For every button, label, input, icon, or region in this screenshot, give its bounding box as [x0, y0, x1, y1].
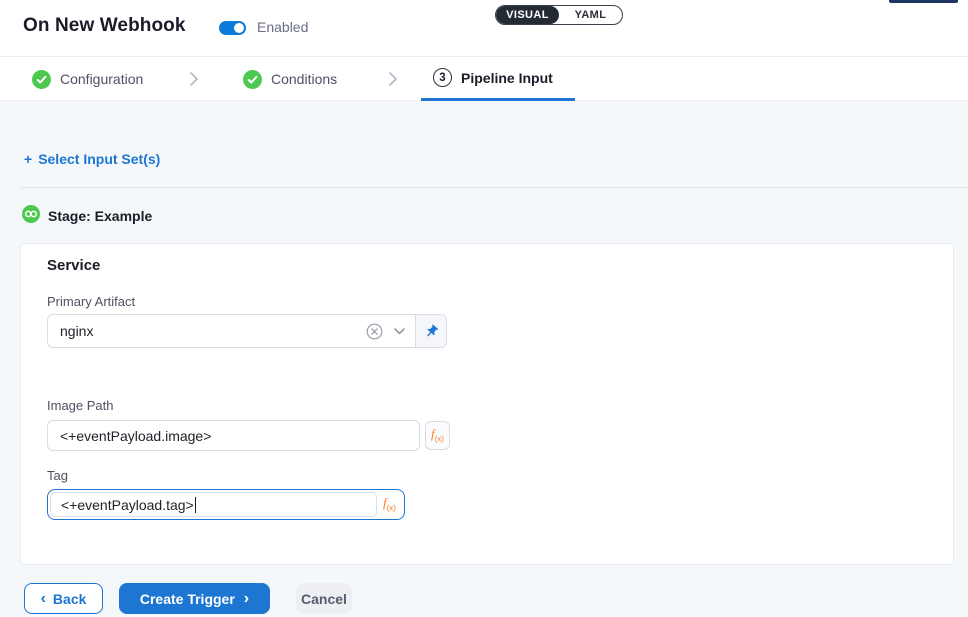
check-circle-icon: [32, 70, 51, 89]
expression-icon: f(x): [431, 427, 444, 444]
top-right-accent-bar: [889, 0, 958, 3]
step-label: Configuration: [60, 71, 143, 87]
step-label: Conditions: [271, 71, 337, 87]
tab-yaml[interactable]: YAML: [559, 6, 622, 24]
tag-input[interactable]: <+eventPayload.tag>: [50, 492, 377, 517]
enabled-label: Enabled: [257, 19, 308, 35]
enabled-toggle[interactable]: [219, 21, 246, 35]
primary-artifact-label: Primary Artifact: [47, 294, 927, 309]
pin-icon: [424, 324, 439, 339]
chevron-right-icon: [386, 71, 400, 92]
pin-button[interactable]: [415, 315, 446, 347]
footer-actions: ‹ Back Create Trigger › Cancel: [24, 583, 968, 614]
chevron-right-icon: ›: [244, 591, 249, 607]
step-number-badge: 3: [433, 68, 452, 87]
chevron-down-icon[interactable]: [393, 327, 406, 336]
clear-icon[interactable]: [366, 323, 383, 340]
image-path-field: f(x): [47, 420, 927, 451]
back-button[interactable]: ‹ Back: [24, 583, 103, 614]
image-path-input[interactable]: [47, 420, 420, 451]
create-trigger-button[interactable]: Create Trigger ›: [119, 583, 270, 614]
cd-stage-icon: [22, 205, 40, 226]
select-input-sets-label: Select Input Set(s): [38, 151, 160, 167]
plus-icon: +: [24, 151, 32, 167]
primary-artifact-input[interactable]: [48, 315, 366, 347]
expression-button[interactable]: f(x): [425, 421, 450, 450]
text-caret: [195, 497, 197, 513]
tag-field-focused: <+eventPayload.tag> f(x): [47, 489, 405, 520]
visual-yaml-toggle: VISUAL YAML: [495, 5, 623, 25]
chevron-left-icon: ‹: [41, 591, 46, 607]
primary-artifact-field: [47, 314, 447, 348]
select-input-sets-link[interactable]: + Select Input Set(s): [24, 151, 160, 167]
page-title: On New Webhook: [23, 15, 186, 37]
toggle-knob: [234, 23, 244, 33]
tag-label: Tag: [47, 468, 927, 483]
step-conditions[interactable]: Conditions: [243, 57, 337, 101]
wizard-stepper: Configuration Conditions 3 Pipeline Inpu…: [0, 57, 968, 101]
pipeline-input-panel: + Select Input Set(s) Stage: Example Ser…: [0, 101, 968, 614]
expression-button[interactable]: f(x): [377, 496, 402, 513]
service-section-title: Service: [47, 257, 927, 274]
stage-label: Stage: Example: [48, 208, 152, 224]
expression-icon: f(x): [383, 496, 396, 513]
step-pipeline-input[interactable]: 3 Pipeline Input: [421, 57, 575, 101]
step-configuration[interactable]: Configuration: [32, 57, 143, 101]
stage-header: Stage: Example: [22, 205, 968, 226]
step-label: Pipeline Input: [461, 70, 553, 86]
tab-visual[interactable]: VISUAL: [496, 6, 559, 24]
service-card: Service Primary Artifact Image Path f(x): [20, 243, 954, 565]
chevron-right-icon: [187, 71, 201, 92]
page-header: On New Webhook Enabled VISUAL YAML: [0, 0, 968, 57]
check-circle-icon: [243, 70, 262, 89]
cancel-button[interactable]: Cancel: [296, 583, 352, 614]
tag-value: <+eventPayload.tag>: [61, 497, 194, 513]
image-path-label: Image Path: [47, 398, 927, 413]
section-divider: [20, 187, 968, 188]
